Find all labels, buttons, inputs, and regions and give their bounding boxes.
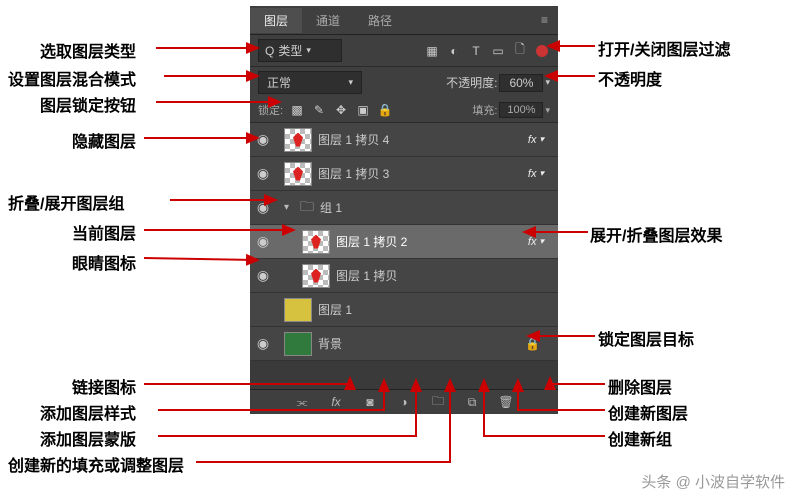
lock-position-icon[interactable]: ✥	[333, 102, 349, 118]
filter-toggle[interactable]	[534, 43, 550, 59]
layer-thumbnail[interactable]	[284, 332, 312, 356]
search-icon: Q	[265, 44, 274, 58]
filter-row: Q 类型 ▾ ▦ ◐ T ▭ 🗋	[250, 35, 558, 67]
panel-spacer	[250, 361, 558, 389]
layer-name[interactable]: 图层 1 拷贝 2	[336, 233, 407, 250]
layers-list: ◉ 图层 1 拷贝 4 fx ▾ ◉ 图层 1 拷贝 3 fx ▾ ◉ ▾ 🗀 组 1 ◉ 图层 1 …	[250, 123, 558, 361]
opacity-value[interactable]: 60%	[499, 74, 543, 92]
layer-thumbnail[interactable]	[284, 162, 312, 186]
visibility-eye-icon[interactable]: ◉	[254, 267, 272, 284]
label-new-layer: 创建新图层	[608, 400, 688, 424]
layer-thumbnail[interactable]	[302, 264, 330, 288]
tab-layers[interactable]: 图层	[250, 8, 302, 33]
lock-row: 锁定: ▩ ✎ ✥ ▣ 🔒 填充: 100% ▾	[250, 98, 558, 123]
layer-thumbnail[interactable]	[302, 230, 330, 254]
label-lock-target: 锁定图层目标	[598, 326, 694, 350]
group-icon[interactable]: 🗀	[430, 394, 446, 410]
fx-badge[interactable]: fx ▾	[528, 134, 544, 146]
visibility-eye-icon[interactable]: ◉	[254, 131, 272, 148]
panel-tabs: 图层 通道 路径 ≡	[250, 6, 558, 35]
layer-row[interactable]: 图层 1	[250, 293, 558, 327]
new-layer-icon[interactable]: ⧉	[464, 394, 480, 410]
fx-badge[interactable]: fx ▾	[528, 168, 544, 180]
label-new-group: 创建新组	[608, 426, 672, 450]
opacity-label: 不透明度:	[446, 74, 497, 91]
lock-image-icon[interactable]: ✎	[311, 102, 327, 118]
fx-badge[interactable]: fx ▾	[528, 236, 544, 248]
label-current: 当前图层	[72, 220, 136, 244]
lock-artboard-icon[interactable]: ▣	[355, 102, 371, 118]
lock-transparent-icon[interactable]: ▩	[289, 102, 305, 118]
label-adjust: 创建新的填充或调整图层	[8, 452, 184, 476]
chevron-down-icon[interactable]: ▾	[545, 105, 550, 116]
label-eye: 眼睛图标	[72, 250, 136, 274]
filter-type-icon[interactable]: T	[468, 43, 484, 59]
folder-icon: 🗀	[300, 196, 314, 220]
visibility-eye-icon[interactable]: ◉	[254, 233, 272, 250]
label-blend-mode: 设置图层混合模式	[8, 66, 136, 90]
layer-name[interactable]: 图层 1 拷贝	[336, 267, 397, 284]
panel-menu-icon[interactable]: ≡	[531, 13, 558, 27]
caret-down-icon[interactable]: ▾	[284, 202, 294, 213]
layer-name[interactable]: 背景	[318, 335, 342, 352]
label-mask: 添加图层蒙版	[40, 426, 136, 450]
layer-name[interactable]: 图层 1 拷贝 3	[318, 165, 389, 182]
label-lock: 图层锁定按钮	[40, 92, 136, 116]
adjustment-icon[interactable]: ◑	[396, 394, 412, 410]
filter-pixel-icon[interactable]: ▦	[424, 43, 440, 59]
watermark: 头条 @ 小波自学软件	[641, 471, 785, 492]
label-opacity: 不透明度	[598, 66, 662, 90]
visibility-eye-icon[interactable]: ◉	[254, 335, 272, 352]
layer-thumbnail[interactable]	[284, 298, 312, 322]
layer-row[interactable]: ◉ 图层 1 拷贝	[250, 259, 558, 293]
visibility-eye-icon[interactable]: ◉	[254, 165, 272, 182]
link-icon[interactable]: ⫘	[294, 394, 310, 410]
filter-shape-icon[interactable]: ▭	[490, 43, 506, 59]
layer-row[interactable]: ◉ ▾ 🗀 组 1	[250, 191, 558, 225]
trash-icon[interactable]: 🗑	[498, 394, 514, 410]
layer-name[interactable]: 图层 1 拷贝 4	[318, 131, 389, 148]
chevron-down-icon: ▾	[348, 77, 353, 88]
layer-row[interactable]: ◉ 图层 1 拷贝 4 fx ▾	[250, 123, 558, 157]
mask-icon[interactable]: ◙	[362, 394, 378, 410]
filter-label: 类型	[278, 42, 302, 59]
filter-type-select[interactable]: Q 类型 ▾	[258, 39, 342, 62]
chevron-down-icon: ▾	[306, 45, 311, 56]
layer-row[interactable]: ◉ 图层 1 拷贝 2 fx ▾	[250, 225, 558, 259]
label-hide: 隐藏图层	[72, 128, 136, 152]
label-filter-toggle: 打开/关闭图层过滤	[598, 36, 730, 60]
lock-all-icon[interactable]: 🔒	[377, 102, 393, 118]
layer-row[interactable]: ◉ 图层 1 拷贝 3 fx ▾	[250, 157, 558, 191]
layers-panel: 图层 通道 路径 ≡ Q 类型 ▾ ▦ ◐ T ▭ 🗋 正常 ▾	[250, 6, 558, 414]
layer-name[interactable]: 组 1	[320, 199, 342, 216]
layer-name[interactable]: 图层 1	[318, 301, 352, 318]
label-fold-group: 折叠/展开图层组	[8, 190, 124, 214]
visibility-eye-icon[interactable]: ◉	[254, 199, 272, 216]
label-delete: 删除图层	[608, 374, 672, 398]
fx-icon[interactable]: fx	[328, 394, 344, 410]
tab-channels[interactable]: 通道	[302, 8, 354, 33]
layer-row[interactable]: ◉ 背景 🔒	[250, 327, 558, 361]
label-link: 链接图标	[72, 374, 136, 398]
blend-row: 正常 ▾ 不透明度: 60% ▾	[250, 67, 558, 98]
chevron-down-icon[interactable]: ▾	[545, 77, 550, 88]
layer-thumbnail[interactable]	[284, 128, 312, 152]
label-filter-type: 选取图层类型	[40, 38, 136, 62]
filter-smart-icon[interactable]: 🗋	[512, 43, 528, 59]
blend-mode-select[interactable]: 正常 ▾	[258, 71, 362, 94]
lock-icon: 🔒	[525, 337, 540, 351]
fill-label: 填充:	[472, 102, 497, 118]
fill-value[interactable]: 100%	[499, 102, 543, 118]
label-fx: 添加图层样式	[40, 400, 136, 424]
lock-label: 锁定:	[258, 102, 283, 118]
label-fx-expand: 展开/折叠图层效果	[590, 222, 722, 246]
tab-paths[interactable]: 路径	[354, 8, 406, 33]
filter-adjust-icon[interactable]: ◐	[446, 43, 462, 59]
blend-mode-label: 正常	[267, 74, 291, 91]
bottom-toolbar: ⫘ fx ◙ ◑ 🗀 ⧉ 🗑	[250, 389, 558, 414]
